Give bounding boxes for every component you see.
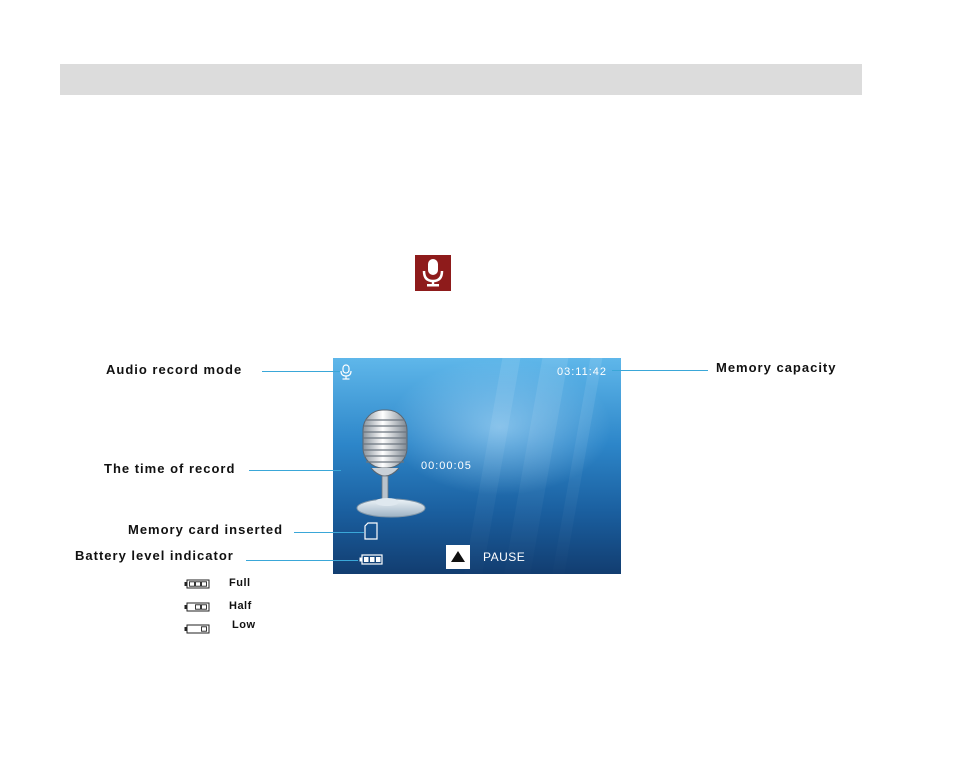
audio-record-mode-label: Audio record mode [106, 362, 243, 377]
battery-half-icon [184, 602, 210, 612]
callout-line [612, 370, 708, 371]
triangle-up-icon [451, 551, 465, 562]
battery-half-label: Half [229, 600, 252, 612]
pause-label: PAUSE [483, 550, 526, 564]
battery-level-label: Battery level indicator [75, 548, 234, 563]
callout-line [246, 560, 358, 561]
memory-card-label: Memory card inserted [128, 522, 284, 537]
callout-line [262, 371, 340, 372]
callout-line [249, 470, 341, 471]
callout-line [294, 532, 364, 533]
lcd-screen: 03:11:42 00:00:05 PAUSE [333, 358, 621, 574]
battery-full-icon [184, 579, 210, 589]
battery-low-icon [184, 624, 210, 634]
memory-capacity-readout: 03:11:42 [557, 366, 608, 378]
battery-icon [359, 554, 383, 565]
record-time-readout: 00:00:05 [421, 460, 472, 472]
sd-card-icon [364, 522, 378, 540]
memory-capacity-label: Memory capacity [716, 360, 837, 375]
pause-key[interactable] [446, 545, 470, 569]
microphone-icon [422, 259, 444, 287]
battery-low-label: Low [232, 619, 256, 631]
audio-mode-badge [415, 255, 451, 291]
header-bar [60, 64, 862, 95]
record-time-label: The time of record [104, 461, 236, 476]
microphone-icon [340, 364, 352, 380]
battery-full-label: Full [229, 577, 251, 589]
